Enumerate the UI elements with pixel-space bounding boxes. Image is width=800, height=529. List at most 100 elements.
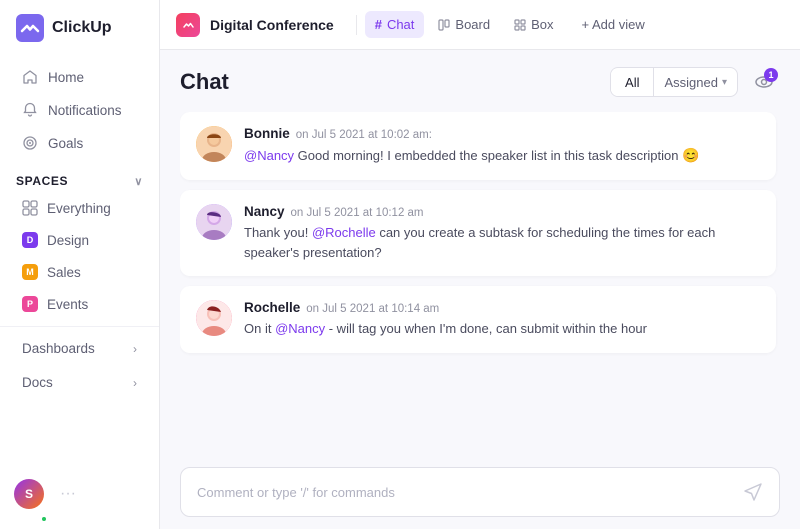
sales-label: Sales (47, 265, 81, 280)
project-icon (176, 13, 200, 37)
events-dot: P (22, 296, 38, 312)
tab-board[interactable]: Board (428, 11, 500, 38)
tab-chat[interactable]: # Chat (365, 11, 425, 38)
user-profile[interactable]: S ··· (0, 469, 159, 519)
dashboards-label: Dashboards (22, 341, 95, 356)
user-status-dot (40, 515, 48, 523)
send-icon (743, 482, 763, 502)
message-content: Rochelle on Jul 5 2021 at 10:14 am On it… (244, 300, 760, 339)
sales-dot: M (22, 264, 38, 280)
chat-header-right: All Assigned ▾ 1 (610, 66, 780, 98)
comment-placeholder: Comment or type '/' for commands (197, 485, 395, 500)
message-text: Thank you! @Rochelle can you create a su… (244, 223, 760, 262)
chat-header: Chat All Assigned ▾ 1 (180, 66, 780, 98)
bell-icon (22, 102, 38, 118)
watch-badge: 1 (764, 68, 778, 82)
assigned-label: Assigned (664, 75, 717, 90)
chat-title: Chat (180, 69, 229, 95)
assigned-chevron-icon: ▾ (722, 77, 727, 88)
mention-nancy-2: @Nancy (275, 321, 325, 336)
design-dot: D (22, 232, 38, 248)
message-card: Nancy on Jul 5 2021 at 10:12 am Thank yo… (180, 190, 776, 276)
logo-text: ClickUp (52, 19, 112, 37)
project-name: Digital Conference (210, 17, 334, 33)
box-icon (514, 19, 526, 31)
message-content: Bonnie on Jul 5 2021 at 10:02 am: @Nancy… (244, 126, 760, 166)
message-header: Bonnie on Jul 5 2021 at 10:02 am: (244, 126, 760, 141)
board-tab-label: Board (455, 17, 490, 32)
messages-list: Bonnie on Jul 5 2021 at 10:02 am: @Nancy… (180, 112, 780, 455)
bonnie-avatar-img (196, 126, 232, 162)
message-header: Nancy on Jul 5 2021 at 10:12 am (244, 204, 760, 219)
sidebar-item-everything[interactable]: Everything (6, 193, 153, 223)
events-label: Events (47, 297, 88, 312)
message-text: @Nancy Good morning! I embedded the spea… (244, 145, 760, 166)
everything-label: Everything (47, 201, 111, 216)
filter-all-button[interactable]: All (611, 69, 653, 96)
sidebar-item-sales[interactable]: M Sales (6, 257, 153, 287)
board-icon (438, 19, 450, 31)
target-icon (22, 135, 38, 151)
topbar-divider (356, 15, 357, 35)
user-more-icon: ··· (60, 485, 76, 503)
dashboards-chevron-icon: › (133, 342, 137, 356)
box-tab-label: Box (531, 17, 553, 32)
message-time: on Jul 5 2021 at 10:14 am (306, 303, 439, 315)
watch-button[interactable]: 1 (748, 66, 780, 98)
message-author: Rochelle (244, 300, 300, 315)
message-author: Bonnie (244, 126, 290, 141)
message-time: on Jul 5 2021 at 10:12 am (291, 207, 424, 219)
spaces-section: Spaces ∨ (0, 164, 159, 192)
everything-icon (22, 200, 38, 216)
sidebar-item-docs[interactable]: Docs › (6, 366, 153, 399)
main-content: Digital Conference # Chat Board Box (160, 0, 800, 529)
project-info: Digital Conference (176, 13, 342, 37)
rochelle-avatar-img (196, 300, 232, 336)
emoji-smile: 😊 (682, 147, 699, 163)
add-view-button[interactable]: + Add view (572, 11, 655, 38)
spaces-label: Spaces (16, 174, 68, 188)
sidebar-item-goals[interactable]: Goals (6, 127, 153, 159)
goals-label: Goals (48, 136, 83, 151)
spaces-chevron-icon[interactable]: ∨ (134, 175, 143, 188)
comment-input-box[interactable]: Comment or type '/' for commands (180, 467, 780, 517)
sidebar-item-events[interactable]: P Events (6, 289, 153, 319)
docs-label: Docs (22, 375, 53, 390)
clickup-logo-icon (16, 14, 44, 42)
design-label: Design (47, 233, 89, 248)
message-author: Nancy (244, 204, 285, 219)
filter-group: All Assigned ▾ (610, 67, 738, 97)
sidebar-item-notifications[interactable]: Notifications (6, 94, 153, 126)
avatar-bonnie (196, 126, 232, 162)
sidebar-item-dashboards[interactable]: Dashboards › (6, 332, 153, 365)
home-icon (22, 69, 38, 85)
docs-chevron-icon: › (133, 376, 137, 390)
message-header: Rochelle on Jul 5 2021 at 10:14 am (244, 300, 760, 315)
sidebar: ClickUp Home Notifications Goals Space (0, 0, 160, 529)
user-avatar: S (14, 479, 44, 509)
message-text: On it @Nancy - will tag you when I'm don… (244, 319, 760, 339)
mention-rochelle: @Rochelle (312, 225, 376, 240)
message-card: Bonnie on Jul 5 2021 at 10:02 am: @Nancy… (180, 112, 776, 180)
logo[interactable]: ClickUp (0, 0, 159, 56)
add-view-label: + Add view (582, 17, 645, 32)
chat-tab-hash: # (375, 17, 382, 32)
message-content: Nancy on Jul 5 2021 at 10:12 am Thank yo… (244, 204, 760, 262)
tab-box[interactable]: Box (504, 11, 563, 38)
user-initial: S (25, 487, 33, 501)
sidebar-item-home[interactable]: Home (6, 61, 153, 93)
filter-assigned-button[interactable]: Assigned ▾ (654, 69, 737, 96)
home-label: Home (48, 70, 84, 85)
nancy-avatar-img (196, 204, 232, 240)
chat-tab-label: Chat (387, 17, 414, 32)
chat-area: Chat All Assigned ▾ 1 (160, 50, 800, 529)
avatar-nancy (196, 204, 232, 240)
topbar: Digital Conference # Chat Board Box (160, 0, 800, 50)
notifications-label: Notifications (48, 103, 122, 118)
sidebar-nav: Home Notifications Goals (0, 56, 159, 164)
message-time: on Jul 5 2021 at 10:02 am: (296, 129, 432, 141)
message-card: Rochelle on Jul 5 2021 at 10:14 am On it… (180, 286, 776, 353)
mention-nancy: @Nancy (244, 148, 294, 163)
sidebar-item-design[interactable]: D Design (6, 225, 153, 255)
sidebar-footer: Dashboards › Docs › (0, 326, 159, 400)
